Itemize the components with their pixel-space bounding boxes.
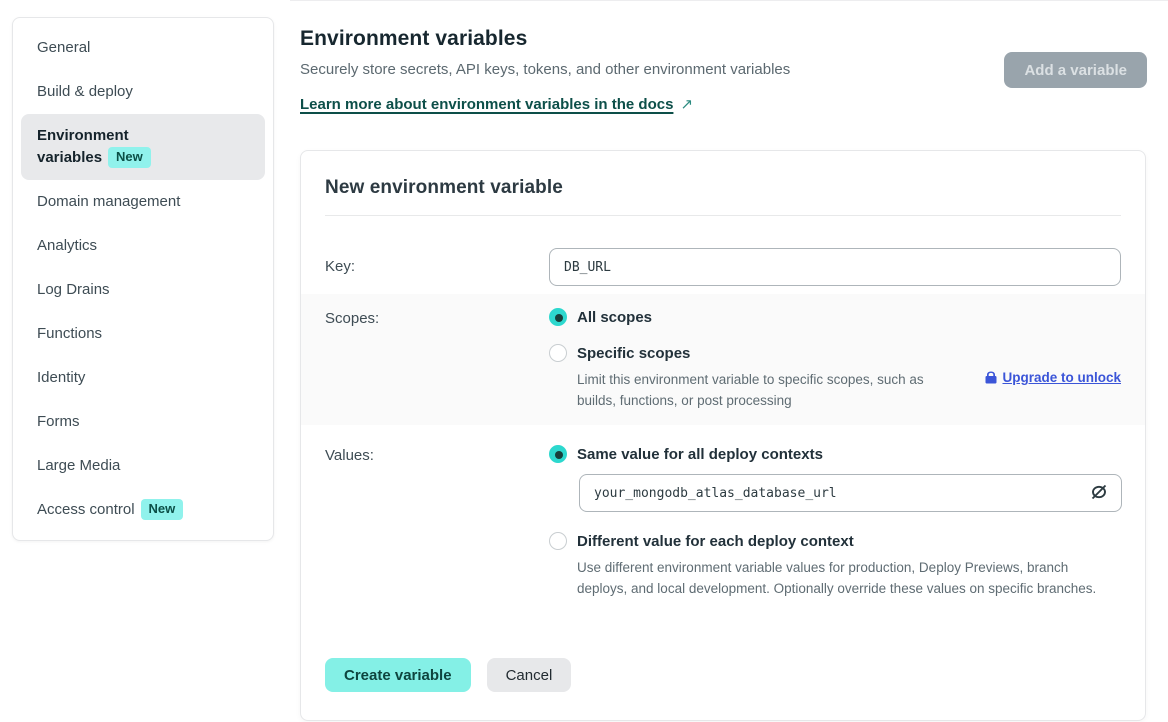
sidebar-item-build-deploy[interactable]: Build & deploy (21, 70, 265, 114)
specific-scopes-desc-row: Limit this environment variable to speci… (549, 362, 1121, 411)
different-value-block: Different value for each deploy context … (549, 532, 1122, 599)
radio-specific-scopes[interactable] (549, 344, 567, 362)
value-input[interactable] (579, 474, 1122, 512)
sidebar-item-environment-variables[interactable]: Environment variables New (21, 114, 265, 180)
radio-same-value[interactable] (549, 445, 567, 463)
key-input[interactable] (549, 248, 1121, 286)
eye-off-icon (1089, 483, 1109, 501)
values-row: Values: Same value for all deploy contex… (301, 425, 1145, 599)
sidebar-item-large-media[interactable]: Large Media (21, 444, 265, 488)
create-variable-button[interactable]: Create variable (325, 658, 471, 692)
different-value-description: Use different environment variable value… (577, 557, 1122, 599)
sidebar-item-label-line2: variables (37, 149, 102, 166)
lock-icon (985, 371, 997, 384)
radio-option-different-value[interactable]: Different value for each deploy context (549, 532, 1122, 550)
docs-link-row: Learn more about environment variables i… (300, 95, 1146, 113)
arrow-up-right-icon: ↗ (680, 96, 693, 113)
radio-option-label: Specific scopes (577, 345, 690, 362)
specific-scopes-description: Limit this environment variable to speci… (577, 369, 959, 411)
value-input-wrap (579, 474, 1122, 512)
sidebar-item-label-line1: Environment (37, 125, 249, 147)
environment-variables-page: Environment variables Securely store sec… (300, 0, 1146, 721)
sidebar-item-label: Access control (37, 501, 135, 518)
values-label: Values: (325, 445, 549, 599)
sidebar-item-access-control[interactable]: Access control New (21, 488, 265, 532)
sidebar-item-functions[interactable]: Functions (21, 312, 265, 356)
radio-option-same-value[interactable]: Same value for all deploy contexts (549, 445, 1122, 463)
upgrade-link-label: Upgrade to unlock (1002, 370, 1121, 385)
cancel-button[interactable]: Cancel (487, 658, 572, 692)
sidebar-item-forms[interactable]: Forms (21, 400, 265, 444)
new-environment-variable-card: New environment variable Key: Scopes: Al… (300, 150, 1146, 721)
docs-link[interactable]: Learn more about environment variables i… (300, 96, 673, 113)
specific-scopes-block: Specific scopes Limit this environment v… (549, 344, 1121, 411)
new-badge: New (108, 147, 151, 168)
sidebar-item-analytics[interactable]: Analytics (21, 224, 265, 268)
sidebar-item-identity[interactable]: Identity (21, 356, 265, 400)
page-subtitle: Securely store secrets, API keys, tokens… (300, 61, 1146, 78)
key-label: Key: (325, 248, 549, 286)
radio-all-scopes[interactable] (549, 308, 567, 326)
new-badge: New (141, 499, 184, 520)
scopes-label: Scopes: (325, 308, 549, 411)
sidebar-item-domain-management[interactable]: Domain management (21, 180, 265, 224)
page-title: Environment variables (300, 27, 1146, 51)
upgrade-to-unlock-link[interactable]: Upgrade to unlock (985, 370, 1121, 385)
scopes-row: Scopes: All scopes Specific scopes Limit… (301, 294, 1145, 425)
radio-option-specific-scopes[interactable]: Specific scopes (549, 344, 1121, 362)
sidebar-item-log-drains[interactable]: Log Drains (21, 268, 265, 312)
form-actions: Create variable Cancel (325, 658, 1121, 692)
radio-option-label: Same value for all deploy contexts (577, 446, 823, 463)
card-title: New environment variable (325, 177, 1121, 199)
toggle-value-visibility-button[interactable] (1088, 483, 1110, 503)
radio-option-all-scopes[interactable]: All scopes (549, 308, 1121, 326)
key-row: Key: (301, 216, 1145, 294)
settings-sidebar: General Build & deploy Environment varia… (12, 17, 274, 541)
radio-option-label: Different value for each deploy context (577, 533, 854, 550)
radio-different-value[interactable] (549, 532, 567, 550)
sidebar-item-general[interactable]: General (21, 26, 265, 70)
radio-option-label: All scopes (577, 309, 652, 326)
